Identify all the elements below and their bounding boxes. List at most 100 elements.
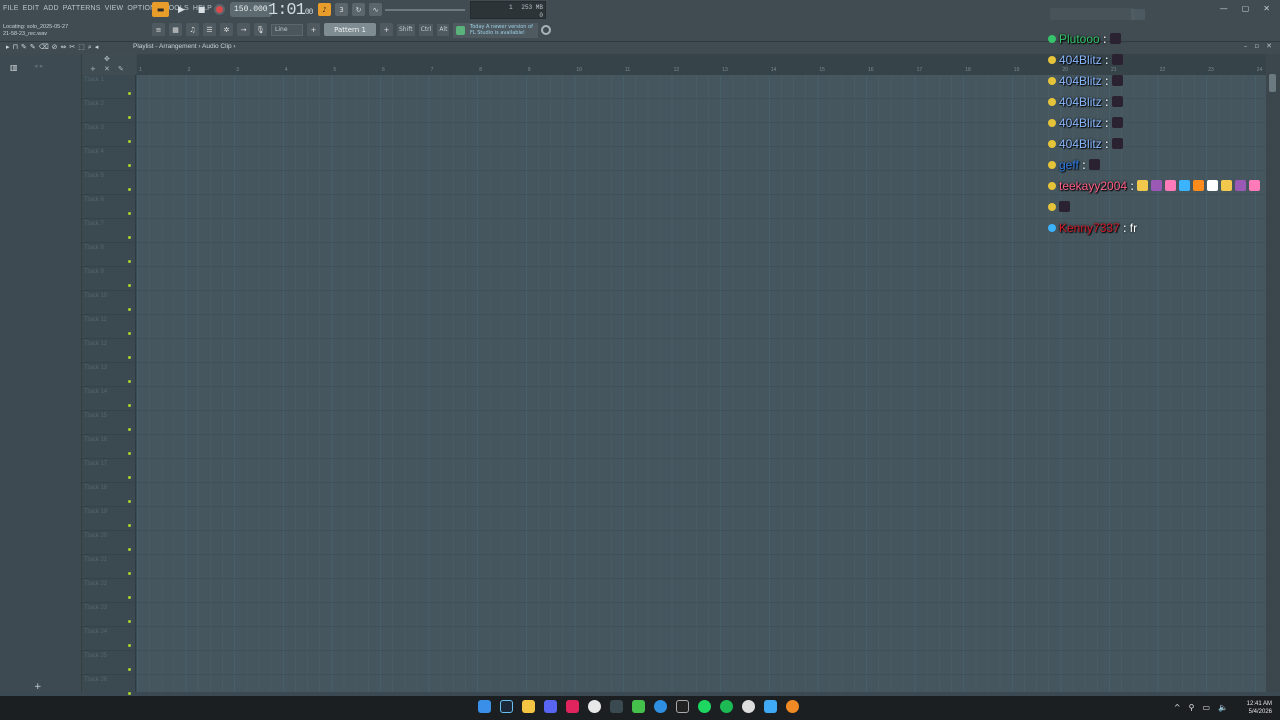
tray-overflow-icon[interactable]: ^: [1174, 703, 1181, 712]
close-tracks-icon[interactable]: ✕: [104, 65, 110, 73]
chat-username[interactable]: 404Blitz: [1059, 95, 1102, 109]
track-header[interactable]: Track 7: [82, 219, 136, 243]
track-activity-dot[interactable]: [128, 572, 131, 575]
track-header[interactable]: Track 16: [82, 435, 136, 459]
fl-studio-icon[interactable]: [786, 700, 799, 713]
track-header[interactable]: Track 6: [82, 195, 136, 219]
track-header[interactable]: Track 21: [82, 555, 136, 579]
track-header[interactable]: Track 22: [82, 579, 136, 603]
select-tool-icon[interactable]: ⬚: [78, 43, 85, 52]
browser-icon[interactable]: →: [237, 23, 250, 36]
mute-tool-icon[interactable]: ⊘: [52, 43, 58, 52]
menu-patterns[interactable]: PATTERNS: [63, 5, 101, 12]
piano-roll-icon[interactable]: ♫: [186, 23, 199, 36]
tempo-display[interactable]: 150.000: [230, 2, 272, 17]
plugin-icon[interactable]: ✲: [220, 23, 233, 36]
snap-selector[interactable]: Line: [271, 23, 303, 36]
track-header[interactable]: Track 18: [82, 483, 136, 507]
paint-tool-icon[interactable]: ✎: [30, 43, 36, 52]
track-header[interactable]: Track 17: [82, 459, 136, 483]
track-header[interactable]: Track 19: [82, 507, 136, 531]
track-activity-dot[interactable]: [128, 596, 131, 599]
track-header[interactable]: Track 20: [82, 531, 136, 555]
channel-rack-icon[interactable]: ▦: [169, 23, 182, 36]
alt-key-button[interactable]: Alt: [437, 23, 450, 36]
track-activity-dot[interactable]: [128, 500, 131, 503]
chat-username[interactable]: 404Blitz: [1059, 74, 1102, 88]
track-header[interactable]: Track 23: [82, 603, 136, 627]
app-icon[interactable]: [610, 700, 623, 713]
spotify-alt-icon[interactable]: [720, 700, 733, 713]
windows-start-icon[interactable]: [478, 700, 491, 713]
track-header[interactable]: Track 3: [82, 123, 136, 147]
track-header[interactable]: Track 25: [82, 651, 136, 675]
track-activity-dot[interactable]: [128, 188, 131, 191]
track-activity-dot[interactable]: [128, 164, 131, 167]
settings-gear-icon[interactable]: [541, 25, 551, 35]
track-header[interactable]: Track 11: [82, 315, 136, 339]
track-activity-dot[interactable]: [128, 668, 131, 671]
slip-tool-icon[interactable]: ⇔: [61, 43, 67, 52]
zoom-horizontal-icon[interactable]: ✥: [104, 55, 110, 63]
draw-pencil-icon[interactable]: ✎: [118, 65, 124, 73]
track-header[interactable]: Track 5: [82, 171, 136, 195]
metronome-icon[interactable]: ♪: [318, 3, 331, 16]
terminal-icon[interactable]: [676, 700, 689, 713]
picker-panel[interactable]: ▥ ◂ ▸ +: [0, 54, 82, 692]
ctrl-key-button[interactable]: Ctrl: [418, 23, 434, 36]
chrome-icon[interactable]: [588, 700, 601, 713]
update-news-panel[interactable]: Today A newer version of FL Studio is av…: [453, 23, 538, 38]
notepad-icon[interactable]: [764, 700, 777, 713]
pattern-song-toggle[interactable]: ▬: [152, 2, 169, 17]
track-header[interactable]: Track 2: [82, 99, 136, 123]
step-edit-icon[interactable]: 3: [335, 3, 348, 16]
track-activity-dot[interactable]: [128, 308, 131, 311]
loop-record-icon[interactable]: ↻: [352, 3, 365, 16]
chat-username[interactable]: geff: [1059, 158, 1079, 172]
display-icon[interactable]: ▭: [1202, 703, 1210, 712]
track-header[interactable]: Track 4: [82, 147, 136, 171]
delete-tool-icon[interactable]: ⌫: [39, 43, 49, 52]
track-header[interactable]: Track 24: [82, 627, 136, 651]
shift-key-button[interactable]: Shift: [397, 23, 415, 36]
obs-icon[interactable]: [742, 700, 755, 713]
track-activity-dot[interactable]: [128, 380, 131, 383]
chat-username[interactable]: teekayy2004: [1059, 179, 1127, 193]
track-header[interactable]: Track 1: [82, 75, 136, 99]
track-activity-dot[interactable]: [128, 356, 131, 359]
menu-file[interactable]: FILE: [3, 5, 19, 12]
pattern-plus-icon[interactable]: +: [380, 23, 393, 36]
track-header[interactable]: Track 12: [82, 339, 136, 363]
track-activity-dot[interactable]: [128, 92, 131, 95]
track-activity-dot[interactable]: [128, 116, 131, 119]
breadcrumb[interactable]: Playlist - Arrangement › Audio Clip ›: [133, 43, 236, 50]
track-header[interactable]: Track 15: [82, 411, 136, 435]
file-explorer-icon[interactable]: [522, 700, 535, 713]
track-activity-dot[interactable]: [128, 140, 131, 143]
track-activity-dot[interactable]: [128, 404, 131, 407]
track-header[interactable]: Track 8: [82, 243, 136, 267]
steam-icon[interactable]: [500, 700, 513, 713]
mixer-icon[interactable]: ☰: [203, 23, 216, 36]
track-activity-dot[interactable]: [128, 548, 131, 551]
chat-username[interactable]: 404Blitz: [1059, 137, 1102, 151]
zoom-tool-icon[interactable]: ⌕: [88, 43, 92, 52]
slice-tool-icon[interactable]: ✂: [69, 43, 75, 52]
track-header[interactable]: Track 14: [82, 387, 136, 411]
close-icon[interactable]: ✕: [1263, 4, 1270, 13]
track-activity-dot[interactable]: [128, 644, 131, 647]
microphone-tray-icon[interactable]: ⚲: [1189, 703, 1195, 712]
chat-username[interactable]: Kenny7337: [1059, 221, 1120, 235]
playback-tool-icon[interactable]: ◂: [95, 43, 99, 52]
collapse-icon[interactable]: +: [90, 65, 96, 73]
track-header[interactable]: Track 9: [82, 267, 136, 291]
playlist-icon[interactable]: ≡: [152, 23, 165, 36]
maximize-icon[interactable]: ▢: [1242, 4, 1250, 13]
track-activity-dot[interactable]: [128, 332, 131, 335]
adobe-icon[interactable]: [566, 700, 579, 713]
magnet-icon[interactable]: ⊓: [13, 43, 18, 52]
track-activity-dot[interactable]: [128, 476, 131, 479]
track-activity-dot[interactable]: [128, 284, 131, 287]
pattern-selector[interactable]: Pattern 1: [324, 23, 376, 36]
microphone-icon[interactable]: 🎙: [254, 23, 267, 36]
